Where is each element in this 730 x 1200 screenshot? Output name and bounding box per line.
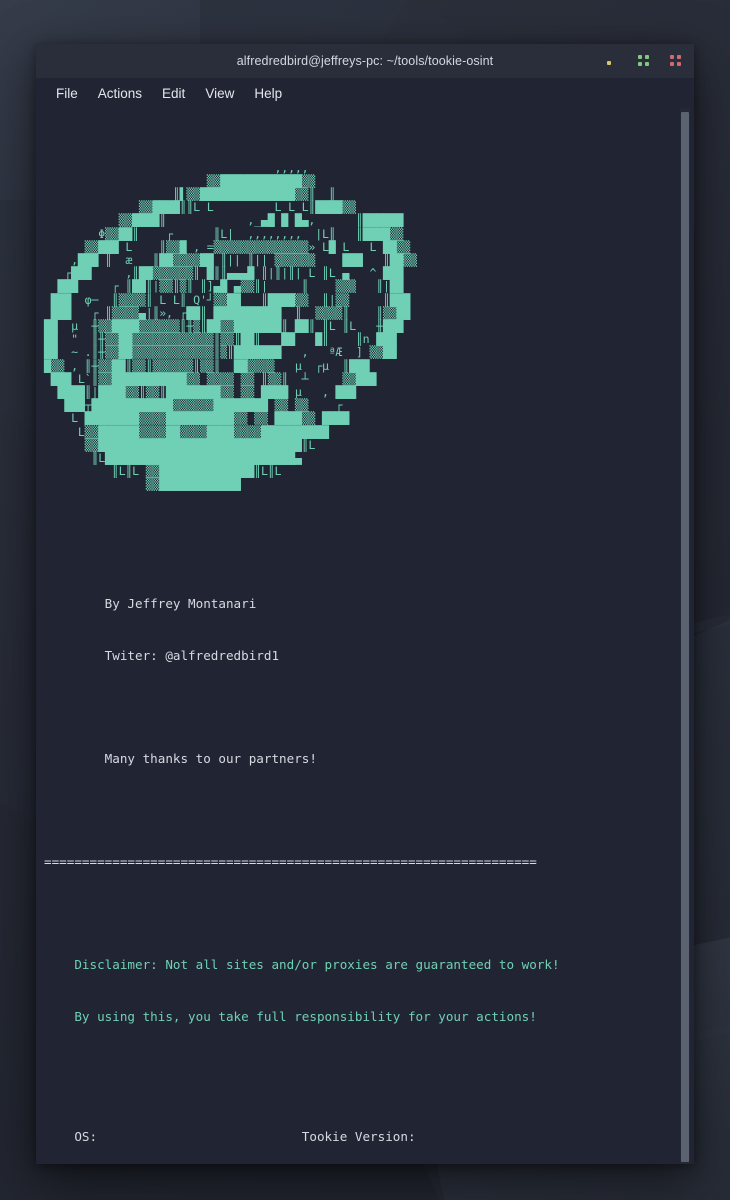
info-row-os-labels: OS: Tookie Version: <box>44 1128 672 1145</box>
terminal-window: alfredredbird@jeffreys-pc: ~/tools/tooki… <box>36 44 694 1164</box>
tookie-ascii-logo: ,,,,, ▒▒████████████▒▒ ║▌▒▒█████████████… <box>44 160 417 492</box>
menu-item-edit[interactable]: Edit <box>154 83 193 104</box>
minimize-button[interactable] <box>606 55 618 67</box>
maximize-icon <box>645 55 649 59</box>
menu-item-actions[interactable]: Actions <box>90 83 150 104</box>
menu-item-view[interactable]: View <box>197 83 242 104</box>
credit-author: By Jeffrey Montanari <box>44 595 257 611</box>
close-icon <box>670 55 674 59</box>
terminal-output: ,,,,, ▒▒████████████▒▒ ║▌▒▒█████████████… <box>44 110 672 1164</box>
window-controls <box>606 44 682 78</box>
menu-item-file[interactable]: File <box>48 83 86 104</box>
menu-item-help[interactable]: Help <box>246 83 290 104</box>
close-icon <box>677 55 681 59</box>
maximize-icon <box>638 55 642 59</box>
window-title: alfredredbird@jeffreys-pc: ~/tools/tooki… <box>236 54 494 68</box>
title-bar: alfredredbird@jeffreys-pc: ~/tools/tooki… <box>36 44 694 78</box>
close-icon <box>677 62 681 66</box>
credit-twitter: Twiter: @alfredredbird1 <box>44 647 280 663</box>
menu-bar: File Actions Edit View Help <box>36 78 694 108</box>
disclaimer-line-1: Disclaimer: Not all sites and/or proxies… <box>44 957 560 973</box>
maximize-button[interactable] <box>638 55 650 67</box>
separator-top: ========================================… <box>44 853 537 869</box>
scrollbar[interactable] <box>680 108 690 1164</box>
partners-thanks: Many thanks to our partners! <box>44 750 317 766</box>
terminal-body[interactable]: ,,,,, ▒▒████████████▒▒ ║▌▒▒█████████████… <box>36 108 694 1164</box>
minimize-icon <box>607 61 611 65</box>
disclaimer-line-2: By using this, you take full responsibil… <box>44 1008 537 1024</box>
pad <box>97 1129 302 1144</box>
scrollbar-thumb[interactable] <box>681 112 689 1162</box>
close-button[interactable] <box>670 55 682 67</box>
label-tookie-version: Tookie Version: <box>301 1129 416 1145</box>
maximize-icon <box>638 62 642 66</box>
maximize-icon <box>645 62 649 66</box>
close-icon <box>670 62 674 66</box>
label-os: OS: <box>44 1129 98 1145</box>
